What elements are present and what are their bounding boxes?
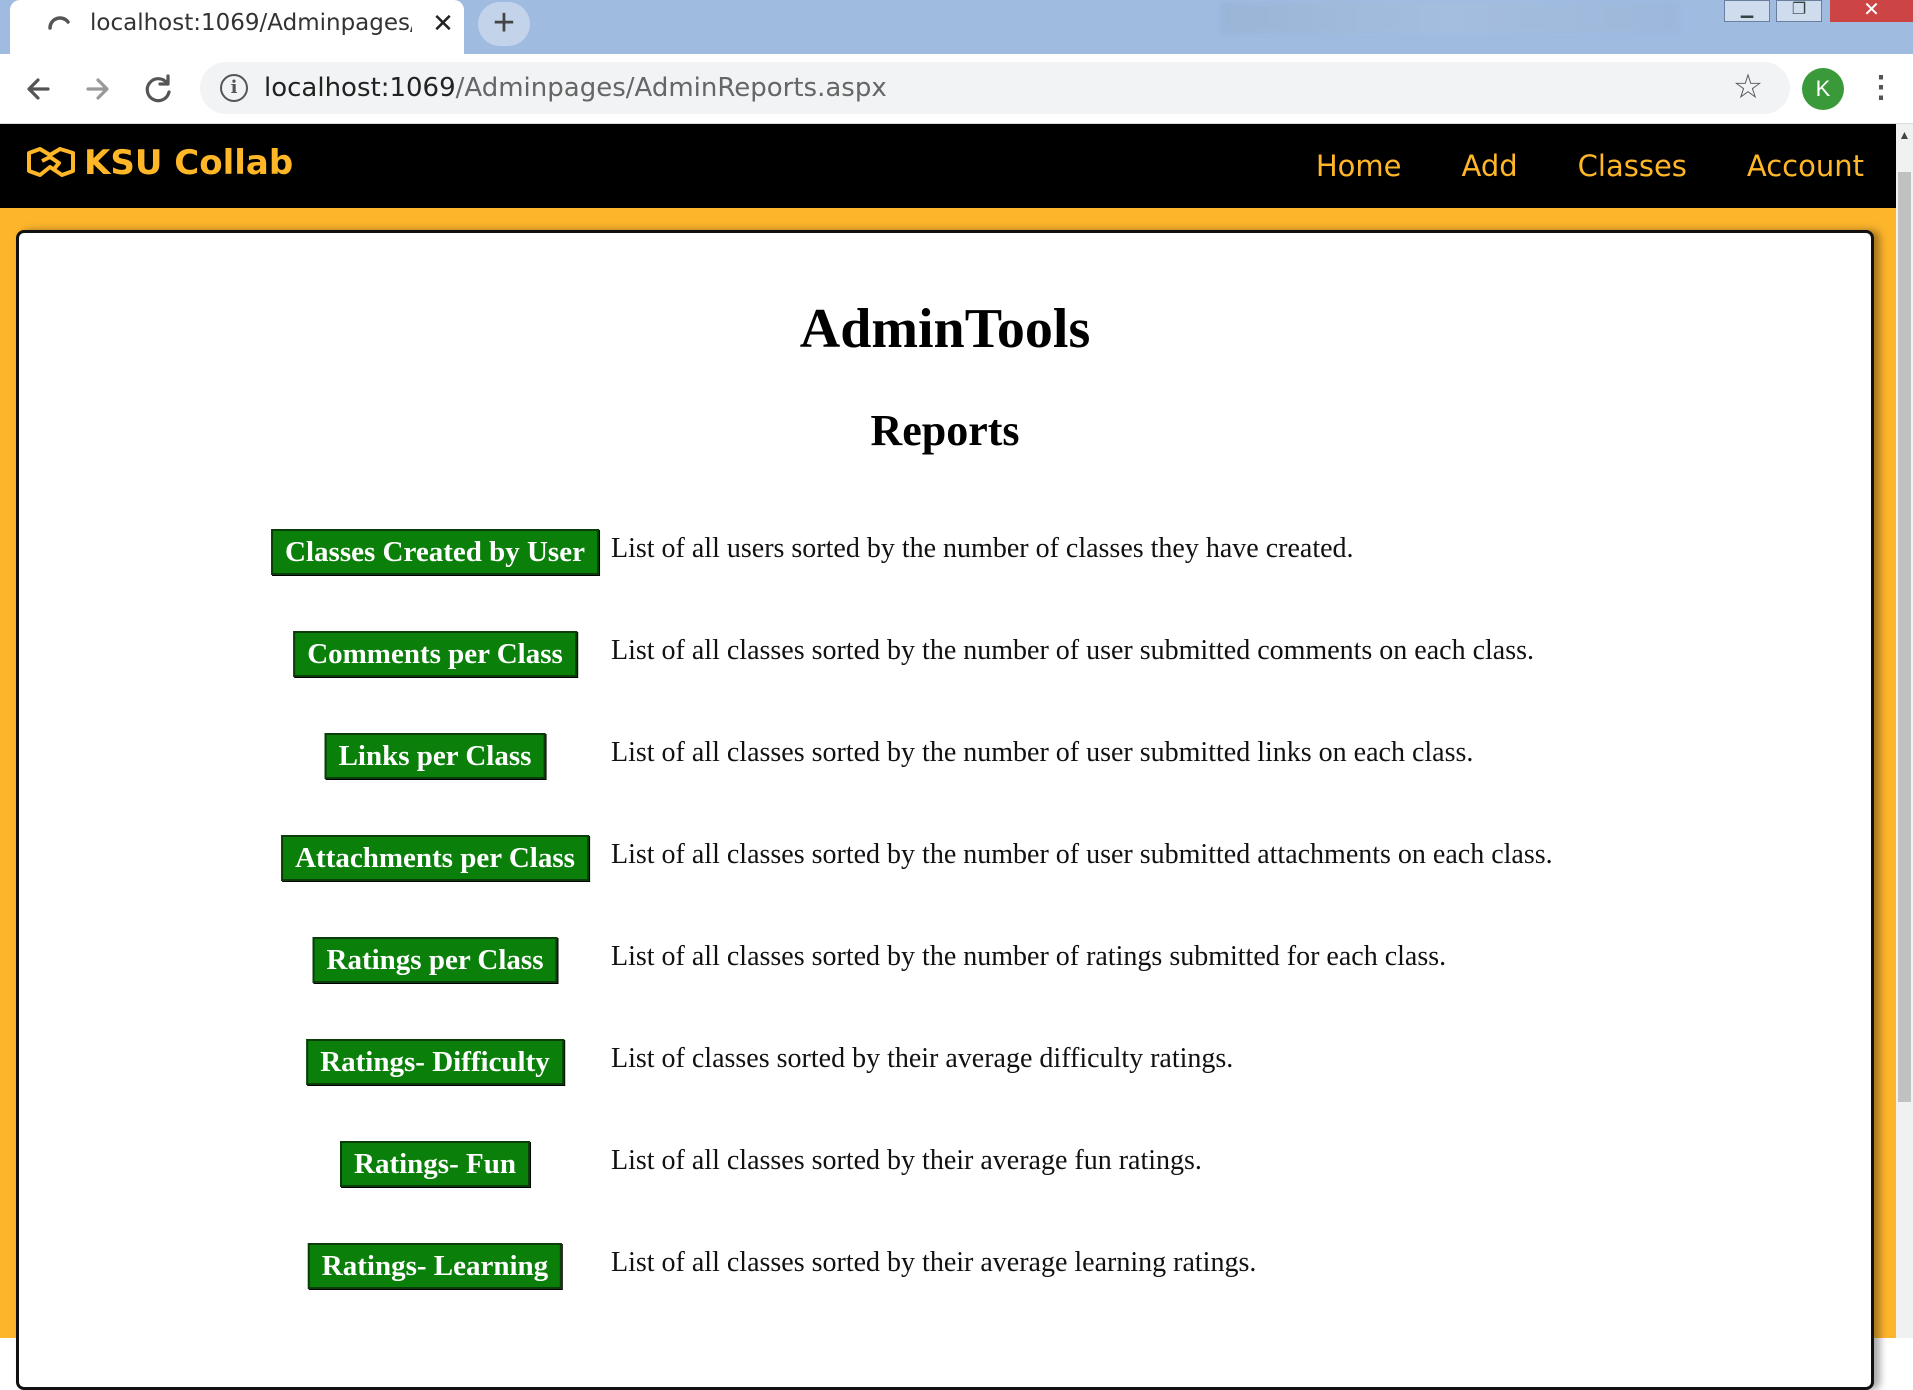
report-description: List of all users sorted by the number o… — [611, 533, 1354, 564]
info-icon[interactable]: i — [220, 74, 248, 102]
report-row: Ratings- Learning List of all classes so… — [19, 1239, 1871, 1299]
scroll-up-arrow-icon[interactable]: ▲ — [1896, 128, 1913, 146]
blurred-taskbar-area — [1220, 2, 1680, 34]
main-nav: Home Add Classes Account — [1316, 124, 1864, 208]
report-row: Ratings per Class List of all classes so… — [19, 933, 1871, 993]
close-window-button[interactable]: ✕ — [1830, 0, 1913, 22]
browser-toolbar: i localhost:1069/Adminpages/AdminReports… — [0, 54, 1913, 124]
report-row: Ratings- Fun List of all classes sorted … — [19, 1137, 1871, 1197]
report-row: Ratings- Difficulty List of classes sort… — [19, 1035, 1871, 1095]
page-scrollbar[interactable]: ▲ — [1896, 124, 1913, 1338]
url-text: localhost:1069/Adminpages/AdminReports.a… — [264, 73, 887, 103]
page-title: AdminTools — [799, 298, 1091, 360]
ratings-fun-button[interactable]: Ratings- Fun — [340, 1141, 530, 1187]
close-tab-icon[interactable]: ✕ — [428, 6, 458, 40]
new-tab-button[interactable]: + — [478, 2, 530, 46]
report-description: List of all classes sorted by the number… — [611, 839, 1553, 870]
site-header: KSU Collab Home Add Classes Account — [0, 124, 1896, 208]
nav-classes[interactable]: Classes — [1578, 149, 1687, 183]
report-description: List of all classes sorted by the number… — [611, 737, 1474, 768]
report-description: List of all classes sorted by their aver… — [611, 1247, 1257, 1278]
address-bar[interactable]: i localhost:1069/Adminpages/AdminReports… — [200, 62, 1790, 114]
url-path: /Adminpages/AdminReports.aspx — [455, 73, 887, 103]
handshake-icon — [27, 147, 75, 177]
browser-tabstrip: localhost:1069/Adminpages/Adn ✕ + ▁ ❐ ✕ — [0, 0, 1913, 54]
report-description: List of all classes sorted by their aver… — [611, 1145, 1202, 1176]
ratings-per-class-button[interactable]: Ratings per Class — [312, 937, 558, 983]
maximize-window-button[interactable]: ❐ — [1776, 0, 1822, 22]
report-description: List of classes sorted by their average … — [611, 1043, 1234, 1074]
nav-add[interactable]: Add — [1462, 149, 1518, 183]
nav-home[interactable]: Home — [1316, 149, 1402, 183]
nav-account[interactable]: Account — [1747, 149, 1864, 183]
menu-icon[interactable]: ⋮ — [1866, 68, 1896, 110]
ratings-learning-button[interactable]: Ratings- Learning — [307, 1243, 563, 1289]
scrollbar-thumb[interactable] — [1898, 172, 1911, 1102]
profile-avatar[interactable]: K — [1802, 68, 1844, 110]
brand-name: KSU Collab — [84, 143, 294, 183]
report-row: Links per Class List of all classes sort… — [19, 729, 1871, 789]
page-background: AdminTools Reports Classes Created by Us… — [0, 208, 1896, 1390]
report-description: List of all classes sorted by the number… — [611, 635, 1535, 666]
report-description: List of all classes sorted by the number… — [611, 941, 1447, 972]
forward-icon[interactable] — [76, 68, 118, 110]
report-row: Classes Created by User List of all user… — [19, 525, 1871, 585]
report-row: Attachments per Class List of all classe… — [19, 831, 1871, 891]
back-icon[interactable] — [18, 68, 60, 110]
browser-tab[interactable]: localhost:1069/Adminpages/Adn ✕ — [10, 0, 464, 54]
minimize-window-button[interactable]: ▁ — [1724, 0, 1770, 22]
url-host: localhost:1069 — [264, 73, 456, 103]
star-icon[interactable]: ☆ — [1728, 68, 1768, 108]
attachments-per-class-button[interactable]: Attachments per Class — [281, 835, 589, 881]
report-row: Comments per Class List of all classes s… — [19, 627, 1871, 687]
loading-icon — [48, 16, 70, 30]
tab-title: localhost:1069/Adminpages/Adn — [90, 10, 412, 36]
site-logo[interactable]: KSU Collab — [26, 136, 293, 190]
reload-icon[interactable] — [138, 68, 180, 110]
ratings-difficulty-button[interactable]: Ratings- Difficulty — [306, 1039, 564, 1085]
content-card: AdminTools Reports Classes Created by Us… — [16, 230, 1874, 1390]
comments-per-class-button[interactable]: Comments per Class — [293, 631, 577, 677]
section-title: Reports — [870, 406, 1020, 455]
links-per-class-button[interactable]: Links per Class — [324, 733, 546, 779]
classes-created-by-user-button[interactable]: Classes Created by User — [271, 529, 599, 575]
